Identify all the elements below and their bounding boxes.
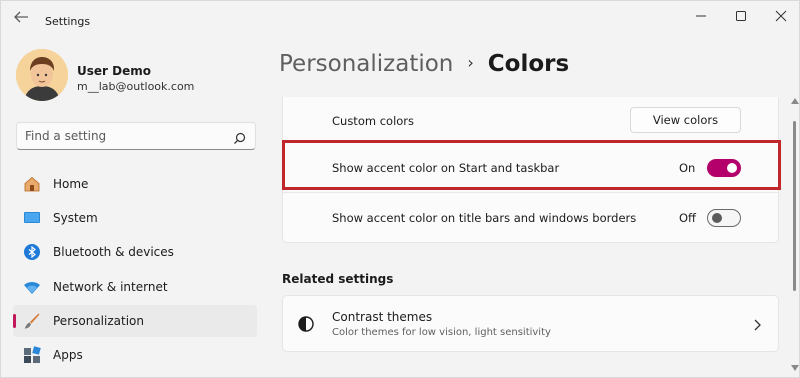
toggle-knob bbox=[712, 213, 722, 223]
title-bar: Settings bbox=[1, 1, 800, 33]
scroll-up-icon[interactable] bbox=[791, 89, 799, 104]
search-box[interactable] bbox=[16, 122, 256, 150]
window-title: Settings bbox=[45, 15, 91, 28]
sidebar-nav: Home System Bluetooth & devices Network … bbox=[13, 168, 257, 373]
search-icon[interactable] bbox=[233, 130, 246, 144]
view-colors-button[interactable]: View colors bbox=[630, 107, 741, 133]
accent-title-state: Off bbox=[679, 211, 696, 225]
divider bbox=[282, 192, 779, 193]
contrast-icon bbox=[297, 315, 315, 333]
maximize-icon[interactable] bbox=[729, 7, 753, 25]
sidebar-item-label: Network & internet bbox=[53, 279, 168, 294]
contrast-themes-description: Color themes for low vision, light sensi… bbox=[332, 327, 551, 338]
scroll-down-icon[interactable] bbox=[791, 356, 799, 371]
wifi-icon bbox=[23, 278, 41, 296]
chevron-right-icon: › bbox=[467, 53, 474, 72]
avatar[interactable] bbox=[16, 49, 68, 101]
user-email: m__lab@outlook.com bbox=[77, 80, 195, 93]
sidebar-item-system[interactable]: System bbox=[13, 202, 257, 234]
back-arrow-icon[interactable] bbox=[11, 9, 31, 25]
apps-icon bbox=[23, 346, 41, 364]
active-indicator bbox=[13, 313, 16, 328]
user-name: User Demo bbox=[77, 64, 151, 78]
close-icon[interactable] bbox=[769, 7, 793, 25]
paintbrush-icon bbox=[23, 312, 41, 330]
sidebar-item-label: Personalization bbox=[53, 313, 144, 328]
sidebar-item-network[interactable]: Network & internet bbox=[13, 271, 257, 303]
home-icon bbox=[23, 175, 41, 193]
breadcrumb-parent[interactable]: Personalization bbox=[279, 51, 453, 77]
sidebar-item-bluetooth[interactable]: Bluetooth & devices bbox=[13, 236, 257, 268]
chevron-right-icon[interactable] bbox=[751, 317, 763, 331]
related-settings-heading: Related settings bbox=[282, 272, 394, 286]
search-input[interactable] bbox=[25, 128, 225, 144]
bluetooth-icon bbox=[23, 243, 41, 261]
scrollbar-thumb[interactable] bbox=[793, 121, 796, 291]
settings-window: Settings User Demo m__lab@outlook.com Fi… bbox=[0, 0, 800, 378]
sidebar-item-apps[interactable]: Apps bbox=[13, 339, 257, 371]
accent-title-toggle[interactable] bbox=[707, 209, 741, 227]
highlight-box bbox=[282, 140, 781, 190]
page-title: Colors bbox=[487, 51, 570, 77]
sidebar-item-label: System bbox=[53, 211, 98, 226]
sidebar-item-personalization[interactable]: Personalization bbox=[13, 304, 257, 337]
breadcrumb: Personalization › Colors bbox=[279, 51, 569, 77]
sidebar-item-label: Bluetooth & devices bbox=[53, 245, 174, 260]
scrollbar[interactable] bbox=[793, 101, 797, 351]
contrast-themes-title: Contrast themes bbox=[332, 310, 433, 324]
sidebar-item-label: Apps bbox=[53, 347, 83, 362]
minimize-icon[interactable] bbox=[689, 7, 713, 25]
monitor-icon bbox=[23, 209, 41, 227]
sidebar-item-home[interactable]: Home bbox=[13, 168, 257, 200]
accent-title-label: Show accent color on title bars and wind… bbox=[332, 211, 637, 225]
sidebar-item-label: Home bbox=[53, 177, 89, 191]
custom-colors-label: Custom colors bbox=[332, 114, 415, 128]
